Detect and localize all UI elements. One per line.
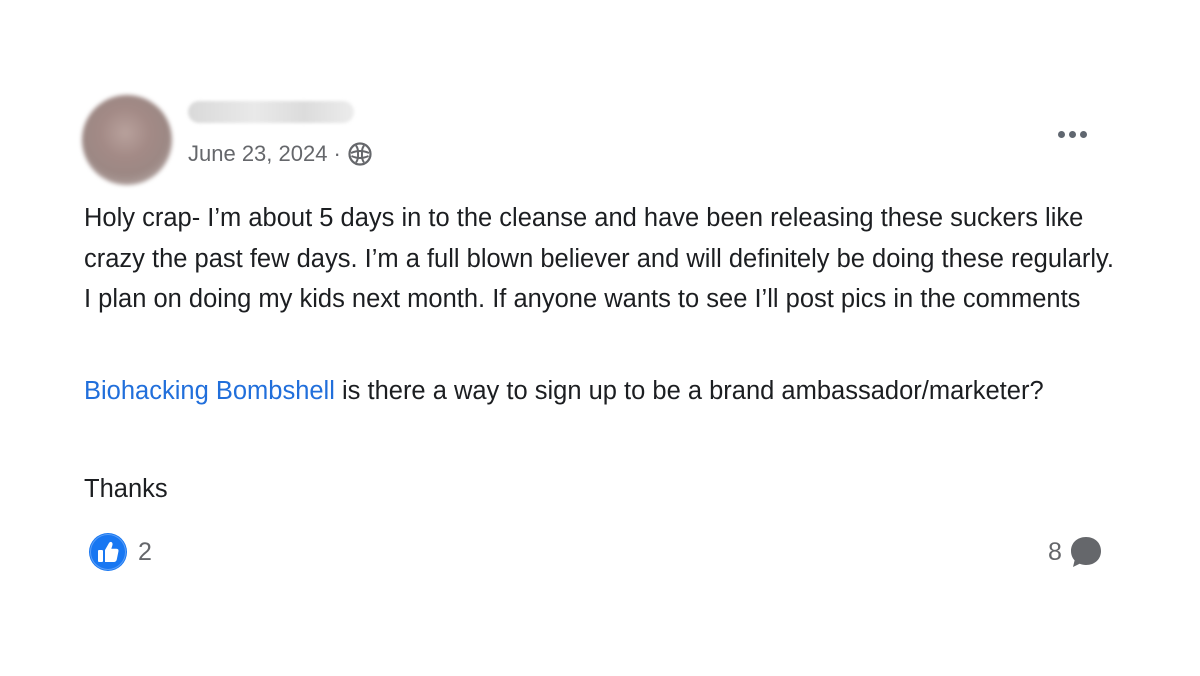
post-paragraph-2-text: is there a way to sign up to be a brand … (334, 377, 1044, 405)
reaction-count: 2 (138, 537, 152, 566)
author-name-redacted[interactable] (188, 101, 354, 123)
comments-summary[interactable]: 8 (1048, 532, 1104, 572)
mention-link[interactable]: Biohacking Bombshell (84, 377, 335, 405)
post-meta: June 23, 2024 · (188, 140, 373, 168)
reactions-summary[interactable]: 2 (88, 532, 152, 572)
comment-count: 8 (1048, 537, 1062, 566)
more-dot (1079, 130, 1087, 138)
post-paragraph-1: Holy crap- I’m about 5 days in to the cl… (84, 204, 1114, 313)
like-icon (89, 533, 127, 571)
comment-bubble-icon (1070, 537, 1101, 567)
author-avatar[interactable] (82, 95, 172, 185)
post-paragraph-3: Thanks (84, 475, 168, 503)
post-body: Holy crap- I’m about 5 days in to the cl… (84, 198, 1114, 320)
post-paragraph-2: Biohacking Bombshell is there a way to s… (84, 371, 1114, 412)
more-options-icon[interactable] (1048, 120, 1096, 148)
globe-icon (348, 142, 372, 166)
meta-separator: · (333, 141, 341, 166)
more-dot (1068, 130, 1076, 138)
post-card: June 23, 2024 · Holy crap- I’m about 5 d… (0, 0, 1200, 676)
post-date[interactable]: June 23, 2024 (188, 141, 327, 167)
more-dot (1057, 130, 1065, 138)
